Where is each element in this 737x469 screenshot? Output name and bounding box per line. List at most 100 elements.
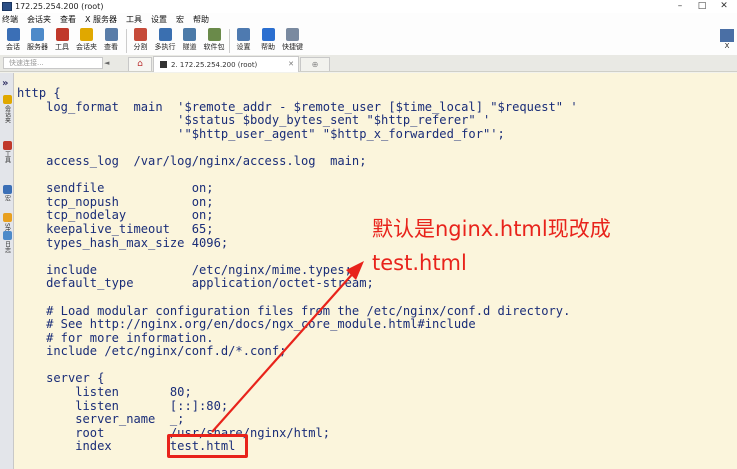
- toolbar-button-label: 查看: [104, 43, 118, 51]
- highlight-box: [167, 434, 248, 458]
- sidebar-item-label: 工具: [3, 151, 11, 163]
- toolbar-button-star[interactable]: 会话夹: [75, 26, 99, 55]
- side-dock: » 会话夹 工具宏 Sftp 日志: [0, 73, 14, 469]
- quick-connect-arrow-icon[interactable]: ◄: [104, 59, 109, 67]
- toolbar-button-help[interactable]: 帮助: [256, 26, 280, 55]
- expand-sidebar-icon[interactable]: »: [2, 78, 8, 89]
- terminal-line: include /etc/nginx/conf.d/*.conf;: [17, 344, 287, 359]
- sidebar-item-label: 会话夹: [3, 105, 11, 123]
- toolbar-button-label: 软件包: [203, 43, 225, 51]
- menu-settings[interactable]: 设置: [151, 14, 167, 25]
- terminal-line: sendfile on;: [17, 181, 214, 196]
- menu-xserver[interactable]: X 服务器: [85, 14, 117, 25]
- window-title: 172.25.254.200 (root): [15, 2, 104, 11]
- menu-terminal[interactable]: 终端: [2, 14, 18, 25]
- toolbar-button-view[interactable]: 查看: [99, 26, 123, 55]
- terminal-line: # Load modular configuration files from …: [17, 303, 571, 318]
- app-icon: [2, 2, 12, 11]
- tunnel-icon: [183, 28, 196, 41]
- star-icon: [2, 95, 12, 104]
- toolbar-button-keyboard[interactable]: 快捷键: [281, 26, 305, 55]
- toolbar-button-split[interactable]: 分割: [129, 26, 153, 55]
- menu-sessions[interactable]: 会话夹: [27, 14, 51, 25]
- toolbar-button-gear[interactable]: 设置: [232, 26, 256, 55]
- toolbar-button-label: 工具: [55, 43, 69, 51]
- toolbar-button-servers[interactable]: 服务器: [26, 26, 50, 55]
- terminal-line: index test.html: [17, 439, 236, 454]
- new-tab-button[interactable]: ⊕: [300, 57, 330, 71]
- sidebar-item-label: 日志: [3, 241, 11, 253]
- menu-tools[interactable]: 工具: [126, 14, 142, 25]
- close-button[interactable]: ✕: [713, 0, 735, 13]
- home-tab[interactable]: ⌂: [128, 57, 152, 71]
- minimize-button[interactable]: –: [669, 0, 691, 13]
- gear-icon: [237, 28, 250, 41]
- terminal-line: http {: [17, 86, 61, 100]
- terminal-line: log_format main '$remote_addr - $remote_…: [17, 99, 578, 114]
- toolbar-button-label: 会话: [6, 43, 20, 51]
- toolbar-button-tunnel[interactable]: 隧道: [178, 26, 202, 55]
- toolbar: 会话 服务器 工具 会话夹 查看 分割 多执行 隧道 软件包 设置 帮助 快捷键 X: [0, 26, 737, 55]
- toolbar-button-session[interactable]: 会话: [1, 26, 25, 55]
- sidebar-item-macro[interactable]: 宏: [1, 185, 13, 201]
- tab-session-active[interactable]: 2. 172.25.254.200 (root) ✕: [153, 56, 299, 72]
- toolbar-separator: [125, 29, 127, 53]
- title-bar: 172.25.254.200 (root) – □ ✕: [0, 0, 737, 13]
- sidebar-item-star[interactable]: 会话夹: [1, 95, 13, 123]
- keyboard-icon: [286, 28, 299, 41]
- session-icon: [6, 28, 20, 41]
- toolbar-button-label: 快捷键: [282, 43, 303, 51]
- home-icon: ⌂: [137, 59, 143, 69]
- servers-icon: [31, 28, 44, 41]
- toolbar-button-multiexec[interactable]: 多执行: [153, 26, 177, 55]
- toolbar-separator: [228, 29, 230, 53]
- multiexec-icon: [158, 28, 172, 41]
- terminal-line: server {: [17, 371, 105, 386]
- menu-help[interactable]: 帮助: [193, 14, 209, 25]
- log-icon: [2, 231, 12, 240]
- menu-bar: 终端 会话夹 查看 X 服务器 工具 设置 宏 帮助: [0, 13, 737, 26]
- tab-close-icon[interactable]: ✕: [288, 60, 294, 68]
- terminal-line: root /usr/share/nginx/html;: [17, 425, 331, 440]
- sftp-icon: [2, 213, 12, 222]
- tab-row: 快速连接... ◄ ⌂ 2. 172.25.254.200 (root) ✕ ⊕: [0, 55, 737, 72]
- xserver-label: X: [724, 42, 730, 50]
- terminal-line: '$status $body_bytes_sent "$http_referer…: [17, 113, 491, 128]
- split-icon: [134, 28, 147, 41]
- menu-macros[interactable]: 宏: [176, 14, 184, 25]
- toolbar-button-tools[interactable]: 工具: [50, 26, 74, 55]
- xserver-icon: [720, 29, 734, 42]
- window-controls: – □ ✕: [669, 0, 735, 13]
- toolbar-button-label: 隧道: [182, 43, 197, 51]
- terminal-line: listen [::]:80;: [17, 398, 229, 413]
- tools-icon: [55, 28, 69, 41]
- terminal-line: tcp_nopush on;: [17, 194, 214, 209]
- toolbar-button-packages[interactable]: 软件包: [202, 26, 226, 55]
- sidebar-item-tools[interactable]: 工具: [1, 141, 13, 163]
- menu-view[interactable]: 查看: [60, 14, 76, 25]
- terminal-line: listen 80;: [17, 385, 192, 400]
- toolbar-button-label: 服务器: [27, 43, 48, 51]
- xserver-button[interactable]: X: [720, 29, 734, 50]
- terminal-line: # See http://nginx.org/en/docs/ngx_core_…: [17, 317, 476, 332]
- terminal-line: '"$http_user_agent" "$http_x_forwarded_f…: [17, 126, 505, 141]
- toolbar-button-label: 帮助: [261, 43, 275, 51]
- maximize-button[interactable]: □: [691, 0, 713, 13]
- annotation-text: 默认是nginx.html现改成 test.html: [372, 217, 611, 275]
- quick-connect-input[interactable]: 快速连接...: [3, 57, 103, 69]
- macro-icon: [2, 185, 12, 194]
- star-icon: [80, 28, 93, 41]
- toolbar-button-label: 设置: [236, 43, 251, 51]
- sidebar-item-log[interactable]: 日志: [1, 231, 13, 253]
- view-icon: [104, 28, 118, 41]
- sidebar-item-label: 宏: [3, 195, 11, 201]
- toolbar-button-label: 分割: [133, 43, 148, 51]
- terminal-line: # for more information.: [17, 330, 214, 345]
- packages-icon: [207, 28, 221, 41]
- terminal-line: server_name _;: [17, 412, 185, 427]
- tab-label: 2. 172.25.254.200 (root): [171, 60, 258, 69]
